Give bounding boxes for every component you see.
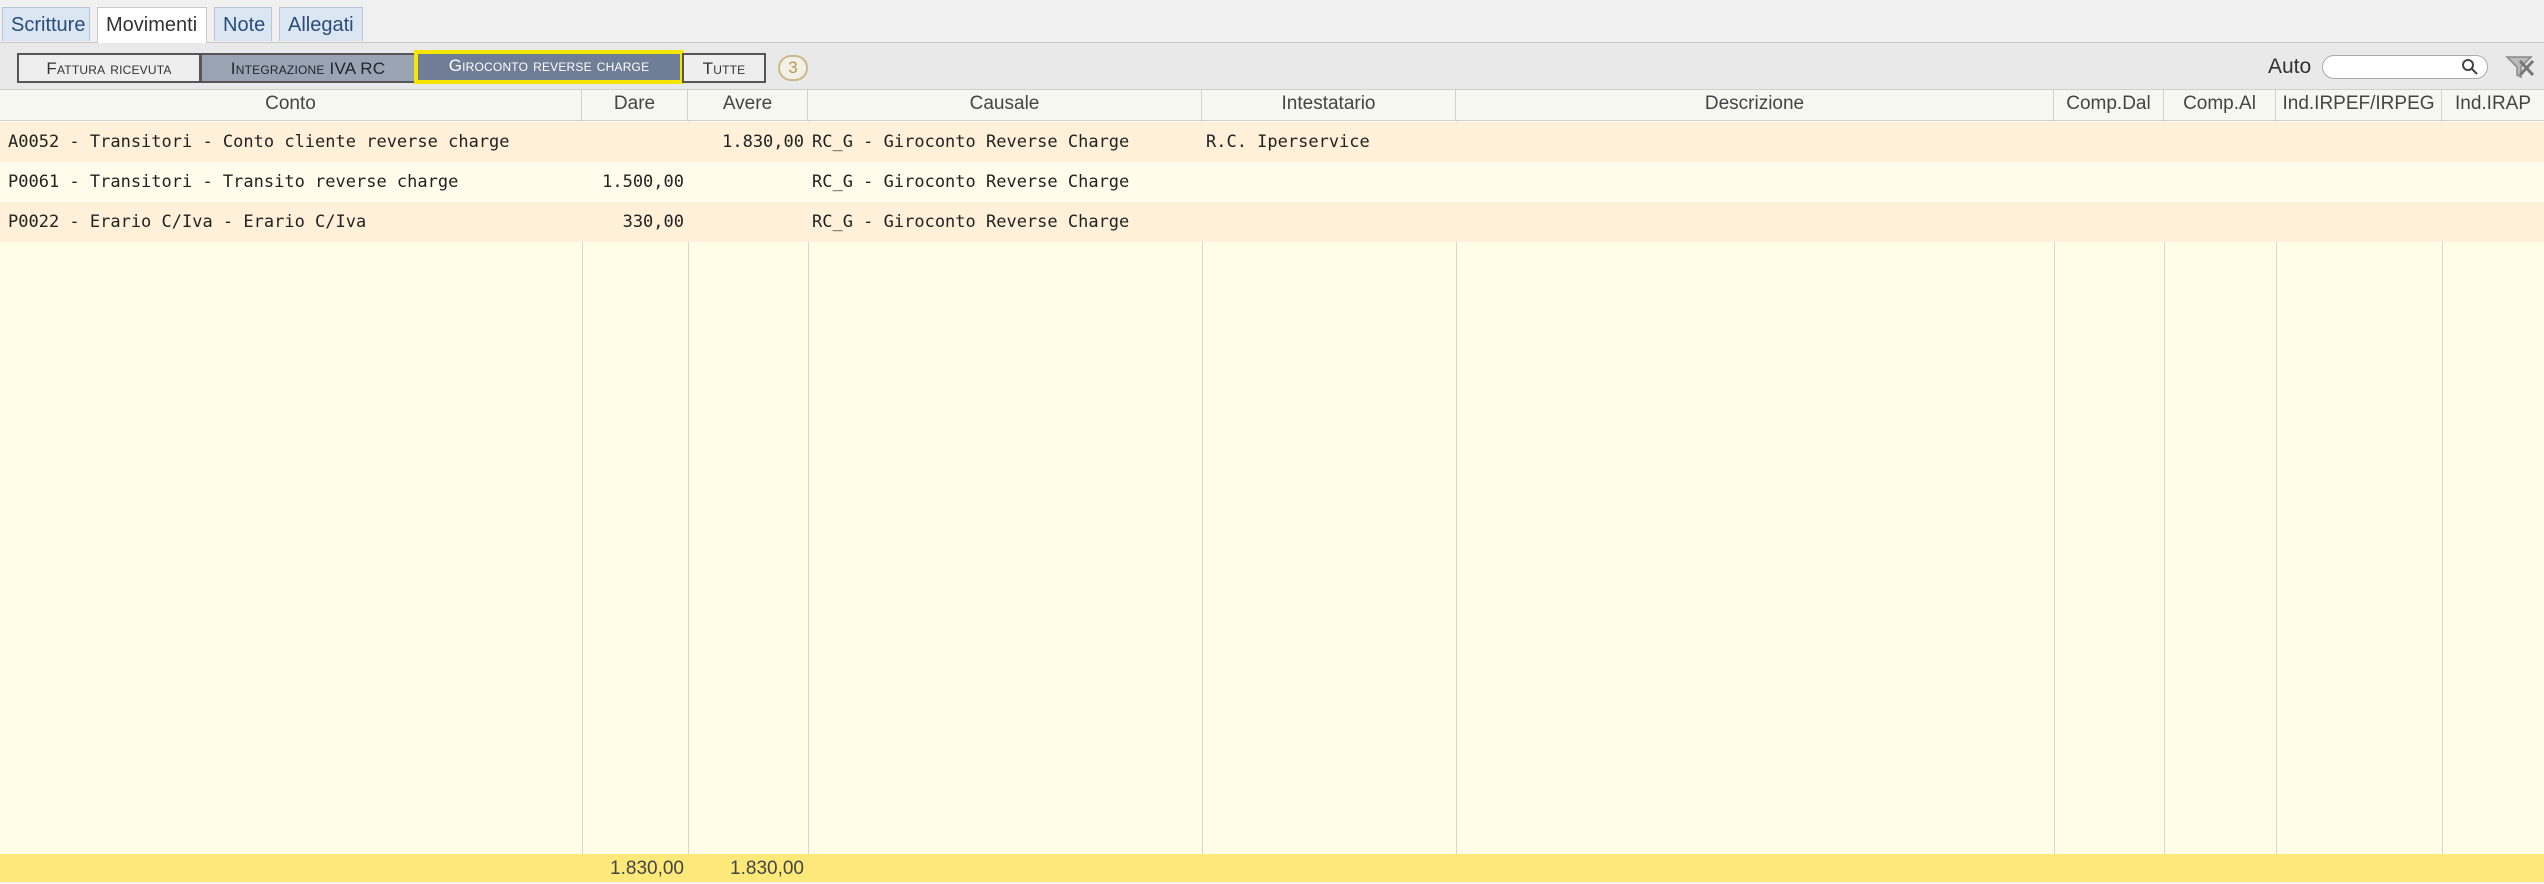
cell-avere[interactable]: 1.830,00 xyxy=(688,122,808,162)
auto-label: Auto xyxy=(2268,55,2312,78)
cell-conto[interactable]: P0061 - Transitori - Transito reverse ch… xyxy=(8,162,580,202)
column-header-dare[interactable]: Dare xyxy=(582,90,688,120)
grid-header: Conto Dare Avere Causale Intestatario De… xyxy=(0,90,2544,121)
movements-grid: Conto Dare Avere Causale Intestatario De… xyxy=(0,90,2544,882)
cell-avere[interactable] xyxy=(688,162,808,202)
column-header-ind-irpef-irpeg[interactable]: Ind.IRPEF/IRPEG xyxy=(2276,90,2442,120)
filter-integrazione-iva-rc-button[interactable]: Integrazione IVA RC xyxy=(200,53,416,83)
column-header-conto[interactable]: Conto xyxy=(0,90,582,120)
cell-intestatario[interactable] xyxy=(1206,202,1454,242)
tab-allegati[interactable]: Allegati xyxy=(279,7,363,41)
table-row[interactable]: A0052 - Transitori - Conto cliente rever… xyxy=(0,122,2544,162)
cell-causale[interactable]: RC_G - Giroconto Reverse Charge xyxy=(812,162,1200,202)
cell-conto[interactable]: P0022 - Erario C/Iva - Erario C/Iva xyxy=(8,202,580,242)
tab-bar: Scritture Movimenti Note Allegati xyxy=(0,0,2544,43)
column-header-descrizione[interactable]: Descrizione xyxy=(1456,90,2054,120)
filter-tutte-button[interactable]: Tutte xyxy=(682,53,766,83)
cell-dare[interactable] xyxy=(582,122,688,162)
clear-filter-icon[interactable] xyxy=(2504,53,2534,81)
tab-note[interactable]: Note xyxy=(214,7,272,41)
column-header-intestatario[interactable]: Intestatario xyxy=(1202,90,1456,120)
table-row[interactable]: P0061 - Transitori - Transito reverse ch… xyxy=(0,162,2544,202)
count-badge: 3 xyxy=(778,55,808,81)
column-header-comp-al[interactable]: Comp.Al xyxy=(2164,90,2276,120)
column-header-comp-dal[interactable]: Comp.Dal xyxy=(2054,90,2164,120)
total-avere: 1.830,00 xyxy=(730,858,804,879)
cell-avere[interactable] xyxy=(688,202,808,242)
tab-scritture[interactable]: Scritture xyxy=(2,7,90,41)
filter-fattura-ricevuta-button[interactable]: Fattura ricevuta xyxy=(17,53,201,83)
cell-intestatario[interactable] xyxy=(1206,162,1454,202)
cell-conto[interactable]: A0052 - Transitori - Conto cliente rever… xyxy=(8,122,580,162)
totals-row: 1.830,00 1.830,00 xyxy=(0,854,2544,882)
tab-movimenti[interactable]: Movimenti xyxy=(97,7,207,43)
cell-intestatario[interactable]: R.C. Iperservice xyxy=(1206,122,1454,162)
cell-dare[interactable]: 1.500,00 xyxy=(582,162,688,202)
search-icon[interactable] xyxy=(2461,58,2479,76)
search-input[interactable] xyxy=(2322,55,2488,79)
cell-causale[interactable]: RC_G - Giroconto Reverse Charge xyxy=(812,122,1200,162)
table-row[interactable]: P0022 - Erario C/Iva - Erario C/Iva 330,… xyxy=(0,202,2544,242)
filter-giroconto-reverse-charge-button[interactable]: Giroconto reverse charge xyxy=(414,50,684,84)
column-header-causale[interactable]: Causale xyxy=(808,90,1202,120)
column-header-avere[interactable]: Avere xyxy=(688,90,808,120)
column-header-ind-irap[interactable]: Ind.IRAP xyxy=(2442,90,2544,120)
cell-causale[interactable]: RC_G - Giroconto Reverse Charge xyxy=(812,202,1200,242)
cell-dare[interactable]: 330,00 xyxy=(582,202,688,242)
total-dare: 1.830,00 xyxy=(610,858,684,879)
